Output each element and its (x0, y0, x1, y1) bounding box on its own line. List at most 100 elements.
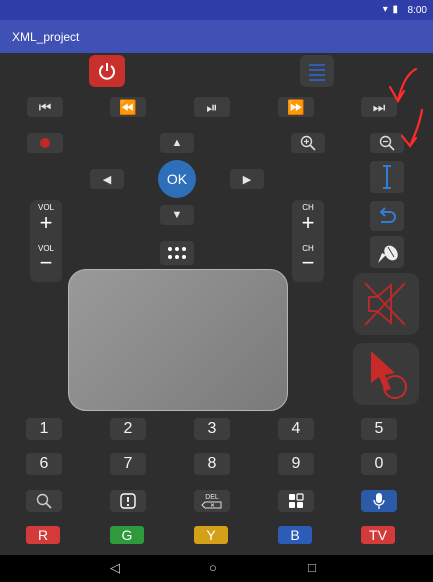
arrow-left-icon: ◀ (102, 173, 112, 186)
number-button-2[interactable]: 2 (110, 418, 146, 440)
number-button-5[interactable]: 5 (361, 418, 397, 440)
channel-down-button[interactable]: − (292, 252, 324, 274)
back-button[interactable] (370, 201, 404, 231)
zoom-in-icon (300, 135, 316, 151)
number-button-4[interactable]: 4 (278, 418, 314, 440)
back-arrow-icon (379, 207, 396, 223)
number-button-7[interactable]: 7 (110, 453, 146, 475)
skip-previous-icon: ⏮ (38, 98, 52, 115)
arrow-down-icon: ▼ (171, 209, 183, 221)
number-label: 9 (291, 455, 301, 472)
pointer-click-icon (371, 351, 407, 399)
channel-rocker: CH + CH − (292, 200, 324, 282)
microphone-icon (373, 493, 385, 509)
yellow-label: Y (206, 527, 216, 543)
play-pause-icon: ⏯ (206, 98, 218, 115)
navigation-bar: ◁ ○ □ (0, 555, 433, 582)
menu-button[interactable] (300, 55, 334, 87)
zoom-in-button[interactable] (291, 133, 325, 153)
android-screen: ▾ ▮ 8:00 XML_project ⏮ ⏪ ⏯ ⏩ ⏭ ▲ ◀ OK ▶ … (0, 0, 433, 582)
remote-control-panel: ⏮ ⏪ ⏯ ⏩ ⏭ ▲ ◀ OK ▶ ▼ VOL + VOL − CH + CH… (0, 53, 433, 555)
info-icon (120, 493, 136, 509)
record-icon (40, 138, 50, 148)
number-label: 6 (39, 455, 49, 472)
dpad-left-button[interactable]: ◀ (90, 169, 124, 189)
nav-recents-button[interactable]: □ (308, 560, 316, 575)
delete-button[interactable]: DEL (194, 490, 230, 512)
fast-forward-icon: ⏩ (287, 98, 305, 115)
blue-button[interactable]: B (278, 526, 312, 544)
mute-button[interactable] (353, 273, 419, 335)
record-button[interactable] (27, 133, 63, 153)
rewind-icon: ⏪ (119, 98, 137, 115)
zoom-out-button[interactable] (370, 133, 404, 153)
dpad-up-button[interactable]: ▲ (160, 133, 194, 153)
number-button-8[interactable]: 8 (194, 453, 230, 475)
mouse-mode-button[interactable] (370, 236, 404, 268)
text-cursor-icon (383, 165, 391, 189)
number-label: 5 (374, 420, 384, 437)
backspace-icon (201, 501, 222, 508)
status-bar: ▾ ▮ 8:00 (0, 0, 433, 20)
app-title: XML_project (12, 30, 80, 44)
volume-down-button[interactable]: − (30, 252, 62, 274)
number-button-1[interactable]: 1 (26, 418, 62, 440)
number-label: 3 (207, 420, 217, 437)
channel-up-button[interactable]: + (292, 212, 324, 234)
green-button[interactable]: G (110, 526, 144, 544)
rewind-button[interactable]: ⏪ (110, 97, 146, 117)
apps-button[interactable] (160, 241, 194, 265)
mouse-pointer-icon (378, 245, 398, 263)
number-label: 0 (374, 455, 384, 472)
widgets-icon (289, 493, 304, 508)
search-icon (36, 493, 52, 509)
zoom-out-icon (379, 135, 395, 151)
ok-button[interactable]: OK (158, 160, 196, 198)
blue-label: B (290, 527, 300, 543)
menu-icon (309, 64, 325, 81)
fast-forward-button[interactable]: ⏩ (278, 97, 314, 117)
play-pause-button[interactable]: ⏯ (194, 97, 230, 117)
status-icons: ▾ ▮ (382, 4, 399, 15)
number-button-0[interactable]: 0 (361, 453, 397, 475)
number-label: 8 (207, 455, 217, 472)
dpad-right-button[interactable]: ▶ (230, 169, 264, 189)
text-cursor-button[interactable] (370, 161, 404, 193)
power-button[interactable] (89, 55, 125, 87)
app-bar: XML_project (0, 20, 433, 53)
nav-home-button[interactable]: ○ (209, 560, 217, 575)
arrow-right-icon: ▶ (242, 173, 252, 186)
number-label: 2 (123, 420, 133, 437)
skip-next-button[interactable]: ⏭ (361, 97, 397, 117)
red-button[interactable]: R (26, 526, 60, 544)
touchpad[interactable] (68, 269, 288, 411)
number-label: 7 (123, 455, 133, 472)
tv-button[interactable]: TV (361, 526, 395, 544)
volume-rocker: VOL + VOL − (30, 200, 62, 282)
number-button-3[interactable]: 3 (194, 418, 230, 440)
ok-label: OK (166, 171, 188, 187)
red-label: R (37, 527, 49, 543)
dpad-down-button[interactable]: ▼ (160, 205, 194, 225)
arrow-up-icon: ▲ (171, 137, 183, 149)
power-icon (99, 63, 115, 80)
pointer-click-button[interactable] (353, 343, 419, 405)
nav-back-button[interactable]: ◁ (110, 560, 120, 576)
number-label: 4 (291, 420, 301, 437)
skip-next-icon: ⏭ (372, 98, 386, 115)
skip-previous-button[interactable]: ⏮ (27, 97, 63, 117)
number-button-9[interactable]: 9 (278, 453, 314, 475)
widgets-button[interactable] (278, 490, 314, 512)
number-button-6[interactable]: 6 (26, 453, 62, 475)
volume-up-button[interactable]: + (30, 212, 62, 234)
grid-dots-icon (168, 247, 186, 259)
tv-label: TV (369, 527, 387, 543)
voice-search-button[interactable] (361, 490, 397, 512)
info-button[interactable] (110, 490, 146, 512)
search-button[interactable] (26, 490, 62, 512)
number-label: 1 (39, 420, 49, 437)
delete-label: DEL (205, 493, 219, 501)
status-time: 8:00 (407, 5, 427, 16)
green-label: G (121, 527, 133, 543)
yellow-button[interactable]: Y (194, 526, 228, 544)
